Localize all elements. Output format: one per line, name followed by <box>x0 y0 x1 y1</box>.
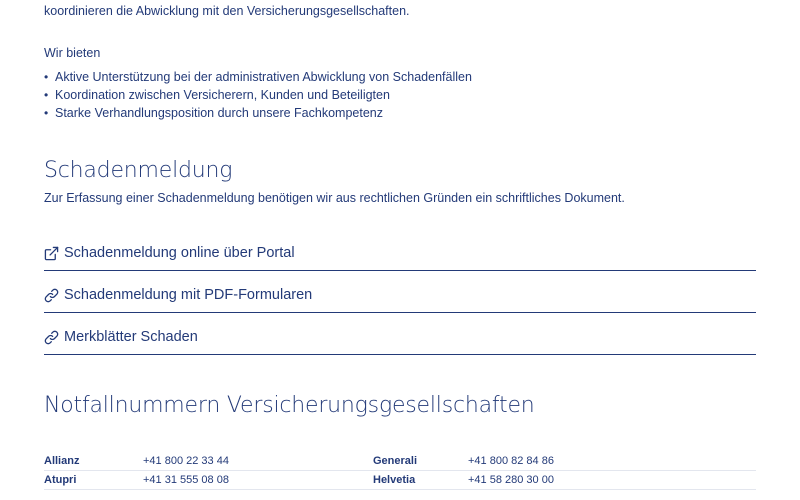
bullet-icon: • <box>44 70 49 84</box>
link-schadenmeldung-pdf[interactable]: Schadenmeldung mit PDF-Formularen <box>44 287 756 313</box>
link-label: Merkblätter Schaden <box>64 329 198 345</box>
list-item: • Aktive Unterstützung bei der administr… <box>44 70 472 88</box>
schadenmeldung-title: Schadenmeldung <box>44 158 233 183</box>
link-label: Schadenmeldung mit PDF-Formularen <box>64 287 313 303</box>
bullet-icon: • <box>44 106 49 120</box>
external-link-icon <box>44 246 59 261</box>
notfall-title: Notfallnummern Versicherungsgesellschaft… <box>44 393 535 418</box>
phone-number[interactable]: +41 800 82 84 86 <box>468 455 554 467</box>
link-icon <box>44 330 59 345</box>
link-schadenmeldung-portal[interactable]: Schadenmeldung online über Portal <box>44 245 756 271</box>
list-item: • Starke Verhandlungsposition durch unse… <box>44 106 472 124</box>
list-item: • Koordination zwischen Versicherern, Ku… <box>44 88 472 106</box>
phone-number[interactable]: +41 800 22 33 44 <box>143 455 229 467</box>
emergency-numbers-table: Allianz +41 800 22 33 44 Generali +41 80… <box>44 452 756 490</box>
link-icon <box>44 288 59 303</box>
insurer-name: Allianz <box>44 455 80 467</box>
link-label: Schadenmeldung online über Portal <box>64 245 295 261</box>
table-row: Atupri +41 31 555 08 08 Helvetia +41 58 … <box>44 471 756 490</box>
offer-list: • Aktive Unterstützung bei der administr… <box>44 70 472 124</box>
list-item-text: Aktive Unterstützung bei der administrat… <box>55 70 472 84</box>
offer-heading: Wir bieten <box>44 46 101 60</box>
list-item-text: Koordination zwischen Versicherern, Kund… <box>55 88 390 102</box>
insurer-name: Generali <box>373 455 418 467</box>
insurer-name: Atupri <box>44 474 77 486</box>
phone-number[interactable]: +41 58 280 30 00 <box>468 474 554 486</box>
list-item-text: Starke Verhandlungsposition durch unsere… <box>55 106 383 120</box>
schadenmeldung-description: Zur Erfassung einer Schadenmeldung benöt… <box>44 191 625 205</box>
intro-text: koordinieren die Abwicklung mit den Vers… <box>44 4 410 18</box>
link-merkblaetter-schaden[interactable]: Merkblätter Schaden <box>44 329 756 355</box>
table-row: Allianz +41 800 22 33 44 Generali +41 80… <box>44 452 756 471</box>
bullet-icon: • <box>44 88 49 102</box>
insurer-name: Helvetia <box>373 474 416 486</box>
phone-number[interactable]: +41 31 555 08 08 <box>143 474 229 486</box>
